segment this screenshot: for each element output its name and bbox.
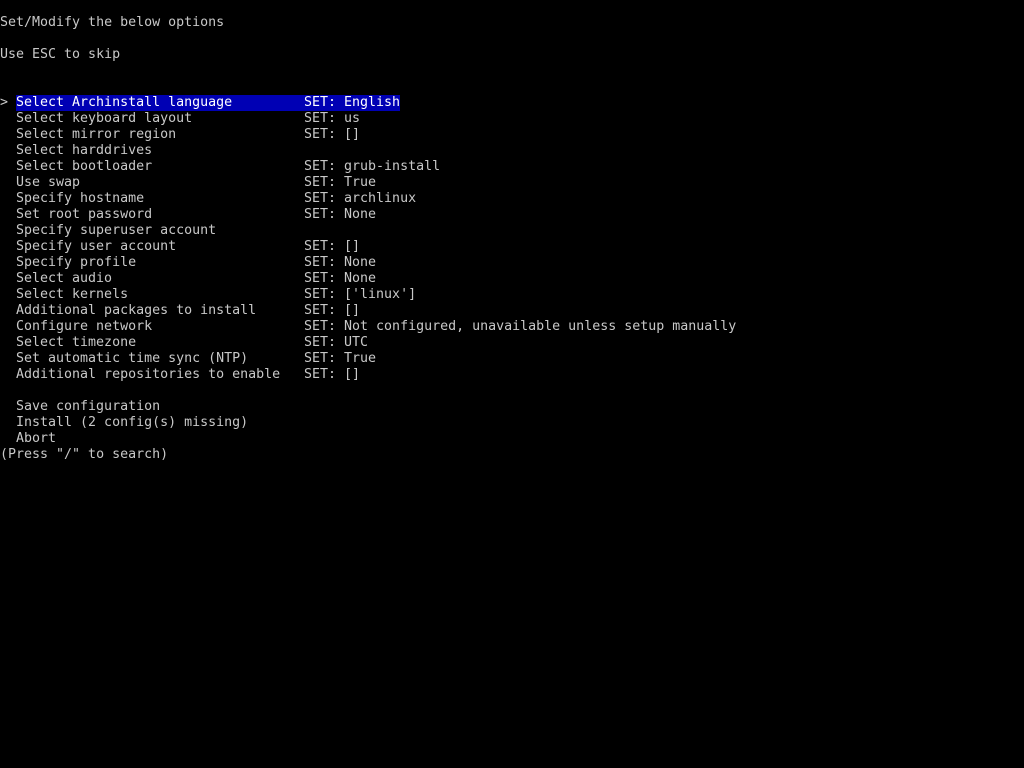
menu-item-value: SET: [] — [304, 127, 361, 142]
terminal-screen: Set/Modify the below options Use ESC to … — [0, 0, 1024, 768]
menu-item-label: Select audio — [16, 271, 113, 286]
save-configuration-option[interactable]: Save configuration — [16, 399, 160, 415]
menu-item-label: Specify hostname — [16, 191, 145, 206]
menu-item-network[interactable]: Configure network SET: Not configured, u… — [16, 319, 736, 335]
menu-item-label: Use swap — [16, 175, 81, 190]
menu-item-label: Set root password — [16, 207, 153, 222]
menu-item-label: Additional packages to install — [16, 303, 257, 318]
menu-item-value: SET: UTC — [304, 335, 369, 350]
menu-item-keyboard-layout[interactable]: Select keyboard layout SET: us — [16, 111, 360, 127]
menu-item-label: Select harddrives — [16, 143, 153, 158]
menu-item-value: SET: archlinux — [304, 191, 417, 206]
menu-item-value: SET: ['linux'] — [304, 287, 417, 302]
menu-item-archinstall-language[interactable]: Select Archinstall language SET: English — [16, 95, 400, 111]
menu-item-label: Select keyboard layout — [16, 111, 193, 126]
menu-item-additional-repositories[interactable]: Additional repositories to enable SET: [… — [16, 367, 360, 383]
abort-option[interactable]: Abort — [16, 431, 56, 447]
menu-item-label: Additional repositories to enable — [16, 367, 281, 382]
menu-item-hostname[interactable]: Specify hostname SET: archlinux — [16, 191, 416, 207]
menu-title: Set/Modify the below options — [0, 15, 225, 30]
search-hint: (Press "/" to search) — [0, 447, 169, 462]
menu-item-label: Set automatic time sync (NTP) — [16, 351, 249, 366]
menu-item-value: SET: Not configured, unavailable unless … — [304, 319, 737, 334]
menu-item-value: SET: [] — [304, 367, 361, 382]
menu-item-label: Select Archinstall language — [16, 95, 233, 110]
menu-item-bootloader[interactable]: Select bootloader SET: grub-install — [16, 159, 440, 175]
menu-item-mirror-region[interactable]: Select mirror region SET: [] — [16, 127, 360, 143]
install-option[interactable]: Install (2 config(s) missing) — [16, 415, 248, 431]
menu-item-timezone[interactable]: Select timezone SET: UTC — [16, 335, 368, 351]
menu-item-harddrives[interactable]: Select harddrives — [16, 143, 152, 159]
menu-item-kernels[interactable]: Select kernels SET: ['linux'] — [16, 287, 416, 303]
menu-item-profile[interactable]: Specify profile SET: None — [16, 255, 376, 271]
menu-item-value: SET: None — [304, 207, 377, 222]
skip-hint: Use ESC to skip — [0, 47, 121, 62]
menu-item-value: SET: English — [304, 95, 401, 110]
menu-item-value: SET: None — [304, 271, 377, 286]
menu-item-swap[interactable]: Use swap SET: True — [16, 175, 376, 191]
menu-item-value: SET: True — [304, 351, 377, 366]
menu-item-label: Select mirror region — [16, 127, 177, 142]
menu-item-time-sync[interactable]: Set automatic time sync (NTP) SET: True — [16, 351, 376, 367]
menu-item-value: SET: True — [304, 175, 377, 190]
menu-item-audio[interactable]: Select audio SET: None — [16, 271, 376, 287]
menu-item-label: Select bootloader — [16, 159, 153, 174]
menu-item-user-account[interactable]: Specify user account SET: [] — [16, 239, 360, 255]
menu-item-value: SET: [] — [304, 303, 361, 318]
selection-cursor-icon: > — [0, 95, 9, 110]
menu-item-root-password[interactable]: Set root password SET: None — [16, 207, 376, 223]
menu-item-label: Specify profile — [16, 255, 137, 270]
menu-item-additional-packages[interactable]: Additional packages to install SET: [] — [16, 303, 360, 319]
menu-item-superuser-account[interactable]: Specify superuser account — [16, 223, 216, 239]
menu-item-value: SET: None — [304, 255, 377, 270]
menu-item-label: Specify user account — [16, 239, 177, 254]
menu-item-label: Select timezone — [16, 335, 137, 350]
menu-item-label: Select kernels — [16, 287, 129, 302]
menu-item-value: SET: us — [304, 111, 361, 126]
menu-item-label: Configure network — [16, 319, 153, 334]
menu-item-value: SET: [] — [304, 239, 361, 254]
menu-item-label: Specify superuser account — [16, 223, 217, 238]
menu-item-value: SET: grub-install — [304, 159, 441, 174]
